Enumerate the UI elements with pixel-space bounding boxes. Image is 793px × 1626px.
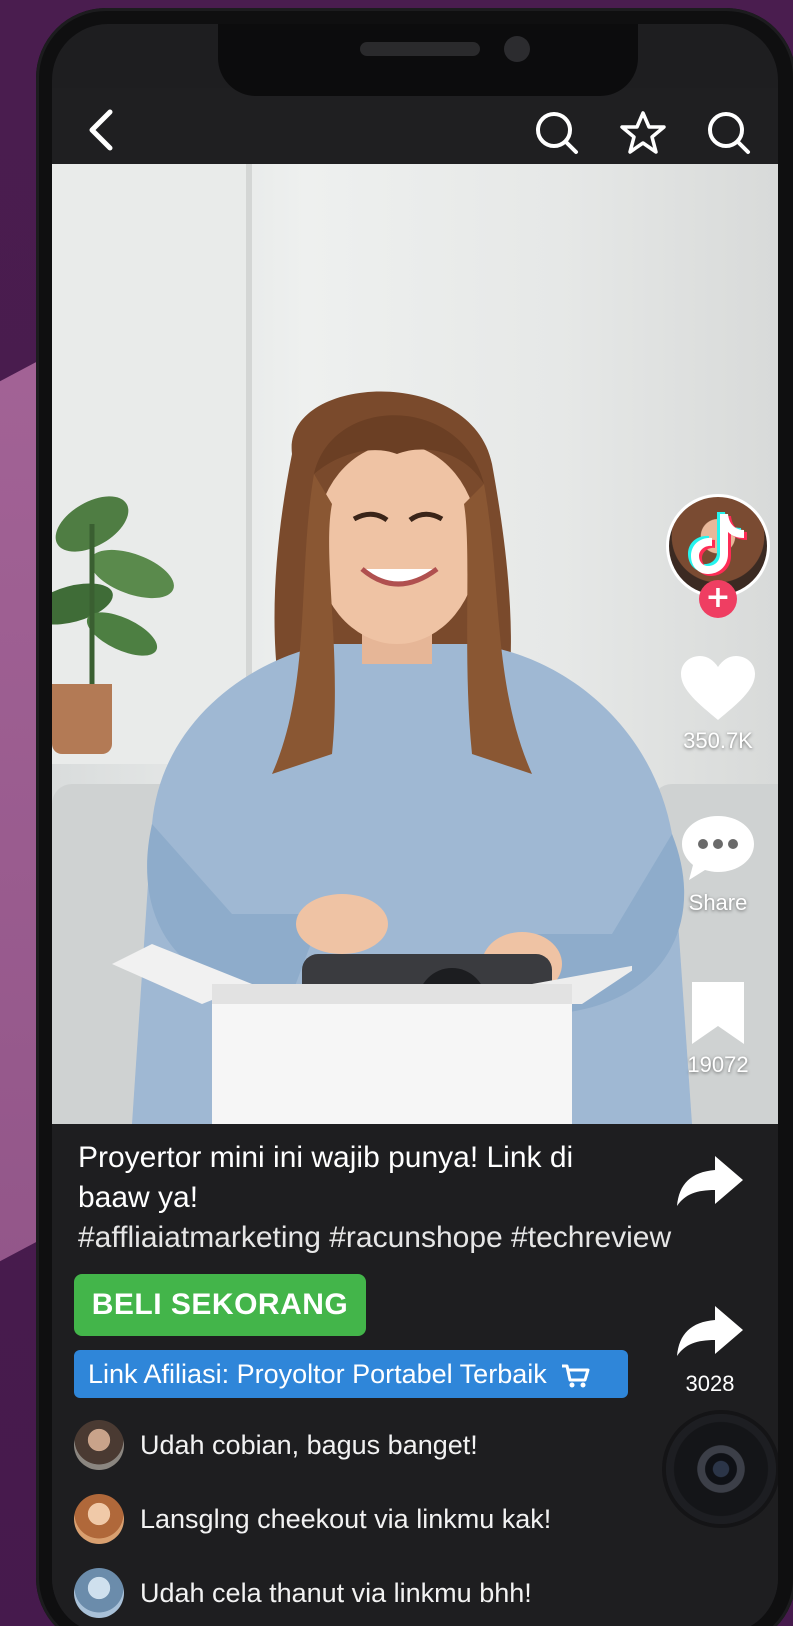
music-disc-button[interactable]: [666, 1414, 776, 1524]
search-icon: [708, 112, 750, 154]
favorite-button[interactable]: [618, 108, 668, 158]
caption-text: Proyertor mini ini wajib punya! Link di …: [78, 1141, 574, 1214]
phone-notch: [218, 24, 638, 96]
post-info-panel: Proyertor mini ini wajib punya! Link di …: [52, 1124, 778, 1626]
bookmark-icon: [692, 982, 744, 1044]
star-icon: [620, 111, 666, 154]
comment-text: Udah cela thanut via linkmu bhh!: [140, 1578, 532, 1608]
cardboard-box-image: [112, 944, 632, 1124]
video-player[interactable]: + 350.7K Share 19072: [52, 164, 778, 1124]
share-button[interactable]: [670, 1154, 750, 1213]
buy-now-button[interactable]: BELI SEKORANG: [74, 1274, 366, 1336]
follow-plus-button[interactable]: +: [699, 580, 737, 618]
affiliate-link[interactable]: Link Afiliasi: Proyoltor Portabel Terbai…: [74, 1350, 628, 1398]
comment-text: Udah cobian, bagus banget!: [140, 1430, 478, 1460]
commenter-avatar[interactable]: [74, 1420, 124, 1470]
like-button[interactable]: 350.7K: [658, 654, 778, 754]
post-caption: Proyertor mini ini wajib punya! Link di …: [78, 1138, 671, 1258]
comment-button[interactable]: Share: [658, 812, 778, 916]
creator-avatar-button[interactable]: +: [666, 494, 770, 618]
like-count: 350.7K: [683, 728, 753, 753]
tiktok-logo-icon: [688, 512, 747, 576]
search-icon: [536, 112, 578, 154]
front-camera: [504, 36, 530, 62]
comment-item: Udah cela thanut via linkmu bhh!: [74, 1568, 634, 1622]
back-button[interactable]: [80, 104, 124, 156]
bookmark-count: 19072: [687, 1052, 749, 1077]
hashtags[interactable]: #affliaiatmarketing #racunshope #techrev…: [78, 1218, 671, 1258]
top-bar: [52, 88, 778, 174]
share-button-2[interactable]: 3028: [670, 1304, 750, 1397]
comment-count: Share: [688, 890, 748, 915]
speaker-grille: [360, 42, 480, 56]
search-button-2[interactable]: [704, 108, 754, 158]
chevron-left-icon: [89, 109, 113, 151]
comment-bubble-icon: [682, 816, 754, 880]
search-button[interactable]: [532, 108, 582, 158]
bookmark-button[interactable]: 19072: [658, 980, 778, 1078]
heart-icon: [681, 656, 755, 720]
comment-item: Udah cobian, bagus banget!: [74, 1420, 634, 1474]
shopping-cart-icon: [562, 1364, 590, 1388]
share-count: 3028: [685, 1371, 735, 1396]
comment-text: Lansglng cheekout via linkmu kak!: [140, 1504, 552, 1534]
commenter-avatar[interactable]: [74, 1494, 124, 1544]
affiliate-link-label: Link Afiliasi: Proyoltor Portabel Terbai…: [88, 1359, 547, 1389]
phone-frame: + 350.7K Share 19072 Proyertor mini ini …: [36, 8, 793, 1626]
phone-screen: + 350.7K Share 19072 Proyertor mini ini …: [52, 24, 778, 1626]
comment-item: Lansglng cheekout via linkmu kak!: [74, 1494, 634, 1548]
share-arrow-icon: [677, 1156, 743, 1206]
commenter-avatar[interactable]: [74, 1568, 124, 1618]
share-arrow-icon: [677, 1306, 743, 1356]
